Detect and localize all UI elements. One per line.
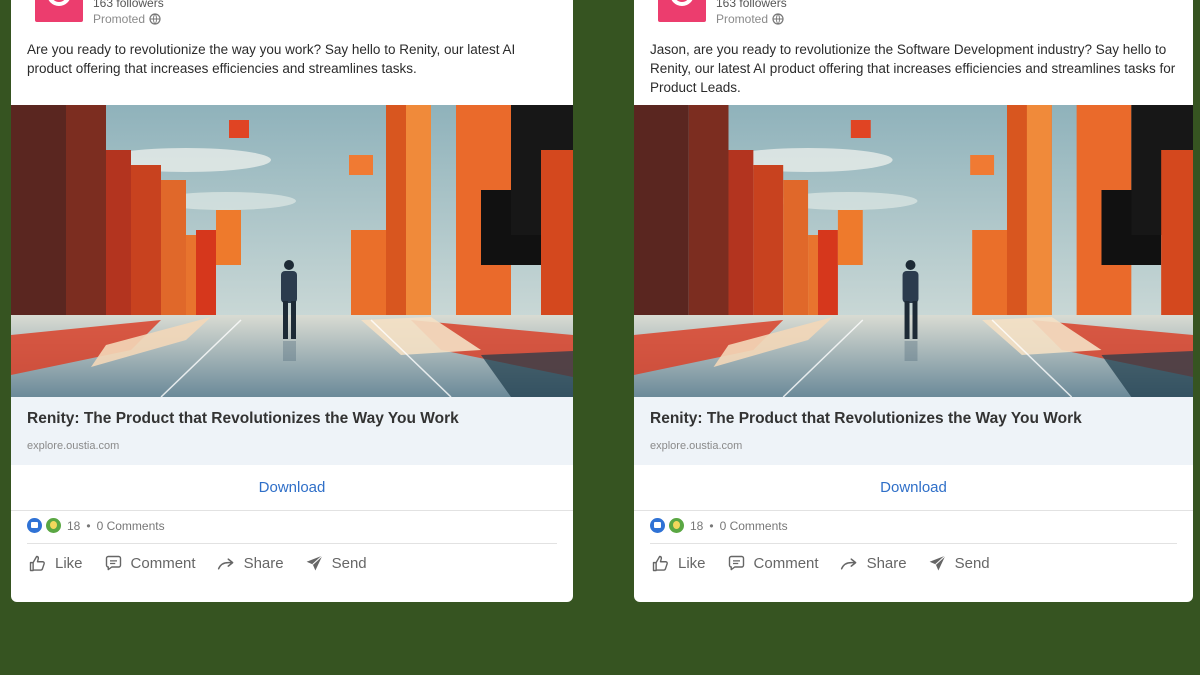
share-arrow-icon: [217, 558, 233, 570]
thumbs-up-icon: [652, 555, 668, 572]
link-title[interactable]: Renity: The Product that Revolutionizes …: [27, 410, 459, 428]
link-preview[interactable]: Renity: The Product that Revolutionizes …: [634, 397, 1193, 465]
reaction-count[interactable]: 18: [67, 519, 80, 533]
cta-row: Download: [11, 465, 573, 511]
social-counts[interactable]: 18 • 0 Comments: [650, 518, 788, 533]
hero-image[interactable]: [11, 105, 573, 397]
promoted-label: Promoted: [93, 12, 161, 26]
separator-dot: •: [709, 518, 714, 533]
followers-count: 163 followers: [716, 0, 787, 10]
send-icon: [929, 555, 946, 571]
comment-count[interactable]: 0 Comments: [720, 519, 788, 533]
sponsored-post-card: 163 followers Promoted Jason, are you re…: [634, 0, 1193, 602]
send-label: Send: [331, 555, 367, 572]
link-preview[interactable]: Renity: The Product that Revolutionizes …: [11, 397, 573, 465]
social-counts[interactable]: 18 • 0 Comments: [27, 518, 165, 533]
cta-row: Download: [634, 465, 1193, 511]
action-bar: Like Comment Share Send: [650, 553, 990, 574]
comment-label: Comment: [130, 555, 196, 572]
action-bar: Like Comment Share Send: [27, 553, 367, 574]
comment-count[interactable]: 0 Comments: [97, 519, 165, 533]
like-button[interactable]: Like: [27, 553, 83, 574]
sponsored-post-card: 163 followers Promoted Are you ready to …: [11, 0, 573, 602]
share-label: Share: [243, 555, 284, 572]
post-text: Jason, are you ready to revolutionize th…: [650, 42, 1176, 95]
post-text: Are you ready to revolutionize the way y…: [27, 42, 516, 76]
brand-logo-icon[interactable]: [35, 0, 83, 22]
globe-icon: [149, 13, 161, 25]
share-button[interactable]: Share: [216, 553, 284, 574]
followers-count: 163 followers: [93, 0, 164, 10]
send-button[interactable]: Send: [927, 553, 990, 574]
share-button[interactable]: Share: [839, 553, 907, 574]
promoted-label: Promoted: [716, 12, 784, 26]
reaction-count[interactable]: 18: [690, 519, 703, 533]
link-domain: explore.oustia.com: [27, 440, 120, 452]
like-button[interactable]: Like: [650, 553, 706, 574]
share-arrow-icon: [840, 558, 856, 570]
celebrate-reaction-icon: [46, 518, 61, 533]
brand-logo-icon[interactable]: [658, 0, 706, 22]
comment-icon: [728, 555, 744, 571]
separator-dot: •: [86, 518, 91, 533]
divider: [650, 543, 1177, 544]
comment-button[interactable]: Comment: [103, 553, 196, 574]
celebrate-reaction-icon: [669, 518, 684, 533]
like-label: Like: [678, 555, 706, 572]
promoted-text: Promoted: [716, 12, 769, 26]
hero-image[interactable]: [634, 105, 1193, 397]
globe-icon: [772, 13, 784, 25]
share-label: Share: [866, 555, 907, 572]
send-button[interactable]: Send: [304, 553, 367, 574]
send-icon: [306, 555, 323, 571]
link-domain: explore.oustia.com: [650, 440, 743, 452]
link-title[interactable]: Renity: The Product that Revolutionizes …: [650, 410, 1082, 428]
like-label: Like: [55, 555, 83, 572]
comment-button[interactable]: Comment: [726, 553, 819, 574]
thumbs-up-icon: [29, 555, 45, 572]
send-label: Send: [954, 555, 990, 572]
like-reaction-icon: [650, 518, 665, 533]
comment-label: Comment: [753, 555, 819, 572]
divider: [27, 543, 557, 544]
download-button[interactable]: Download: [259, 479, 326, 496]
like-reaction-icon: [27, 518, 42, 533]
promoted-text: Promoted: [93, 12, 146, 26]
download-button[interactable]: Download: [880, 479, 947, 496]
comment-icon: [105, 555, 121, 571]
